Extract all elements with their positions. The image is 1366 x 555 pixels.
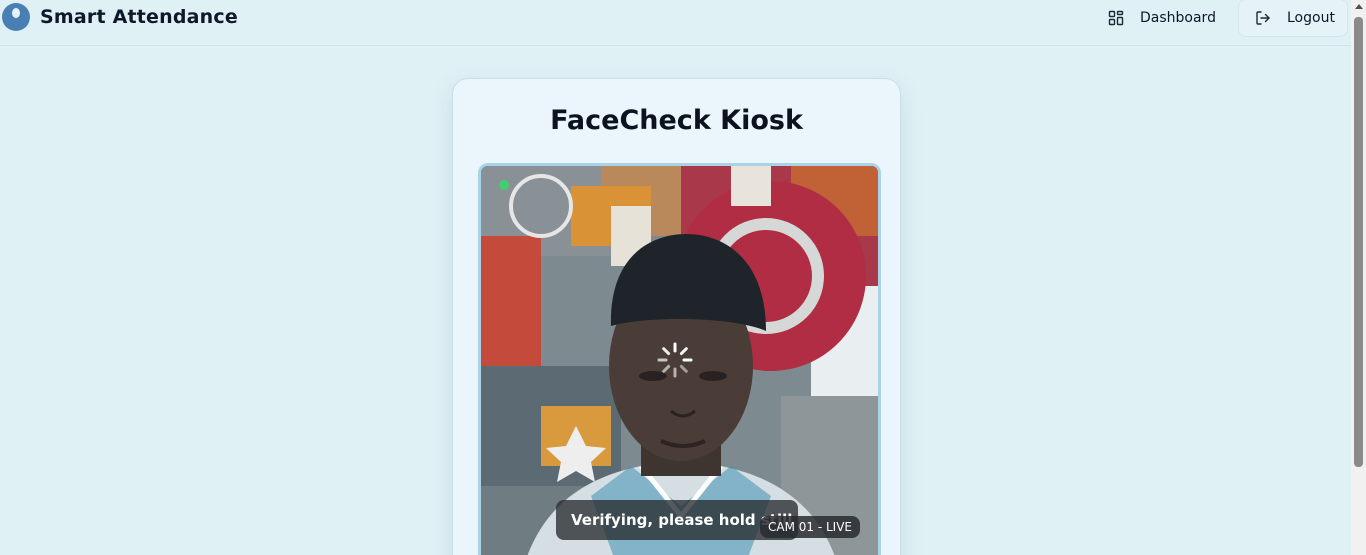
logout-label: Logout: [1287, 10, 1335, 26]
camera-label-badge: CAM 01 - LIVE: [760, 516, 860, 538]
brand[interactable]: Smart Attendance: [2, 3, 238, 31]
kiosk-title: FaceCheck Kiosk: [550, 105, 803, 136]
logout-icon: [1256, 11, 1270, 25]
app-title: Smart Attendance: [40, 6, 238, 28]
scroll-thumb[interactable]: [1354, 17, 1363, 467]
camera-feed: Verifying, please hold still CAM 01 - LI…: [478, 163, 881, 555]
brand-logo-icon: [2, 3, 30, 31]
loading-spinner-icon: [657, 342, 693, 378]
kiosk-card: FaceCheck Kiosk Verifying, please hold s…: [452, 78, 901, 555]
dashboard-button[interactable]: Dashboard: [1108, 0, 1216, 36]
top-navbar: Smart Attendance Dashboard Logout: [0, 0, 1351, 46]
dashboard-label: Dashboard: [1140, 10, 1216, 26]
page: Smart Attendance Dashboard Logout FaceCh…: [0, 0, 1366, 555]
logout-button[interactable]: Logout: [1238, 0, 1348, 37]
vertical-scrollbar[interactable]: [1351, 0, 1366, 555]
live-indicator: [499, 180, 509, 190]
scroll-up-arrow-icon[interactable]: [1355, 4, 1363, 9]
grid-icon: [1108, 10, 1124, 26]
